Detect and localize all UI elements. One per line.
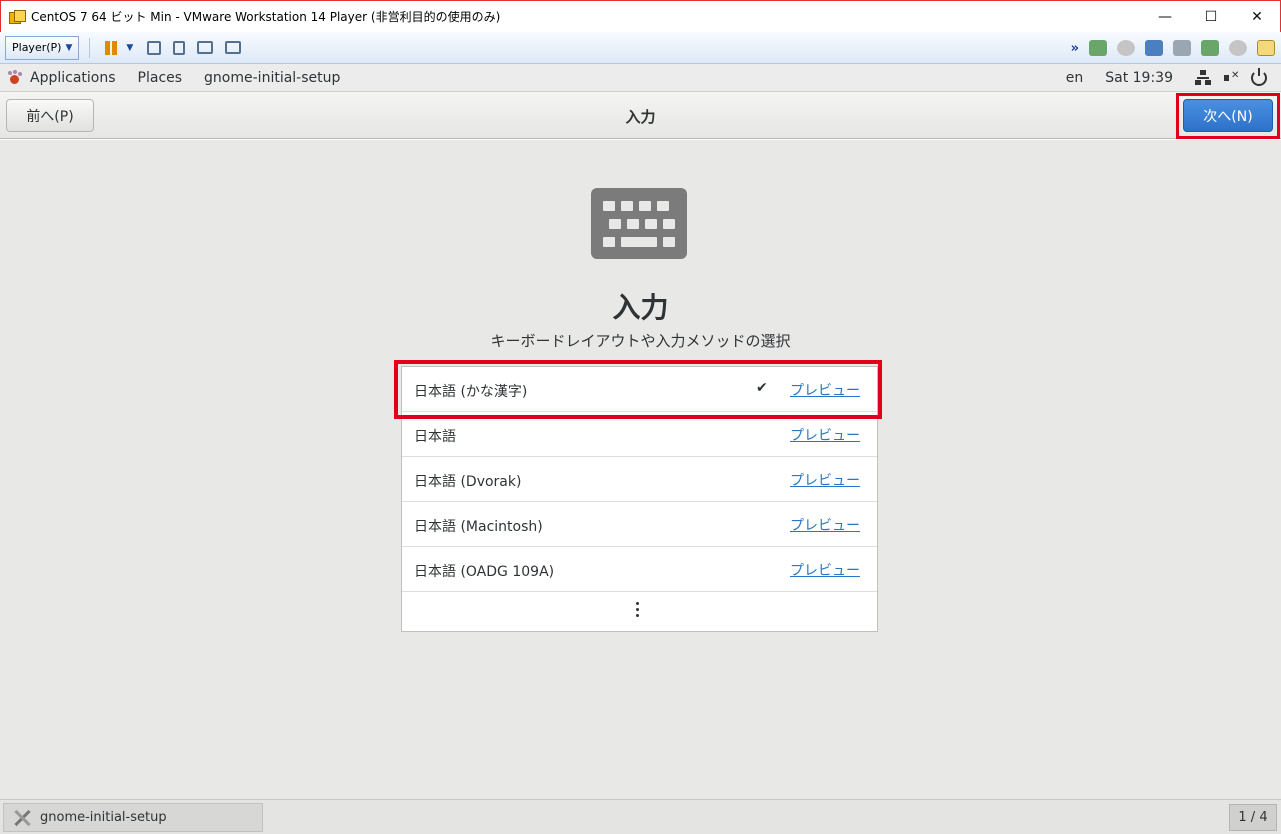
minimize-icon[interactable]: — <box>1142 1 1188 33</box>
double-chevron-icon[interactable]: » <box>1071 41 1079 56</box>
gnome-top-bar: Applications Places gnome-initial-setup … <box>0 64 1281 92</box>
setup-main-area: 入力 キーボードレイアウトや入力メソッドの選択 日本語 (かな漢字) ✔ プレビ… <box>0 140 1281 799</box>
applications-menu[interactable]: Applications <box>30 70 116 86</box>
toolbar-divider <box>89 37 91 58</box>
vmware-app-icon <box>9 9 26 24</box>
hard-disk-icon[interactable] <box>1089 40 1107 56</box>
preview-link[interactable]: プレビュー <box>790 425 860 445</box>
fullscreen-icon[interactable] <box>197 41 214 54</box>
preview-link[interactable]: プレビュー <box>790 515 860 535</box>
tools-icon <box>12 808 32 828</box>
pause-icon[interactable] <box>102 40 120 56</box>
more-vertical-icon <box>636 602 640 620</box>
setup-header-bar: 前へ(P) 入力 次へ(N) <box>0 92 1281 139</box>
input-source-row[interactable]: 日本語 (OADG 109A) プレビュー <box>402 547 877 592</box>
selected-row-highlight <box>394 360 882 419</box>
gnome-foot-icon <box>8 70 22 85</box>
maximize-icon[interactable]: ☐ <box>1188 1 1234 33</box>
more-sources-row[interactable] <box>402 592 877 632</box>
next-button-highlight: 次へ(N) <box>1176 93 1280 139</box>
input-language-indicator[interactable]: en <box>1066 70 1084 86</box>
send-ctrl-alt-del-icon[interactable] <box>147 40 162 55</box>
preview-link[interactable]: プレビュー <box>790 560 860 580</box>
message-log-icon[interactable] <box>1257 40 1275 56</box>
sound-icon[interactable] <box>1201 40 1219 56</box>
input-source-row[interactable]: 日本語 (Dvorak) プレビュー <box>402 457 877 502</box>
places-menu[interactable]: Places <box>138 70 183 86</box>
taskbar-window-item[interactable]: gnome-initial-setup <box>3 803 263 832</box>
chevron-down-icon: ▼ <box>65 42 73 53</box>
workspace-pager[interactable]: 1 / 4 <box>1229 804 1277 831</box>
window-title: CentOS 7 64 ビット Min - VMware Workstation… <box>31 10 501 24</box>
page-subtitle: キーボードレイアウトや入力メソッドの選択 <box>490 332 791 350</box>
close-icon[interactable]: ✕ <box>1234 1 1280 33</box>
input-source-label: 日本語 (OADG 109A) <box>414 564 555 580</box>
network-icon <box>1195 69 1211 86</box>
device-status-icons: » <box>1071 40 1275 56</box>
input-source-label: 日本語 (Macintosh) <box>414 519 543 535</box>
preview-link[interactable]: プレビュー <box>790 470 860 490</box>
volume-muted-icon <box>1223 70 1239 86</box>
input-source-label: 日本語 (Dvorak) <box>414 474 522 490</box>
clock[interactable]: Sat 19:39 <box>1105 70 1173 86</box>
printer-icon[interactable] <box>1173 40 1191 56</box>
player-menu-button[interactable]: Player(P) ▼ <box>5 35 80 60</box>
input-source-row[interactable]: 日本語 (Macintosh) プレビュー <box>402 502 877 547</box>
network-icon[interactable] <box>1145 40 1163 56</box>
taskbar-window-label: gnome-initial-setup <box>40 810 167 825</box>
power-icon <box>1251 67 1267 86</box>
window-controls: — ☐ ✕ <box>1142 1 1280 33</box>
removable-devices-icon[interactable] <box>173 40 186 55</box>
header-title: 入力 <box>625 108 656 126</box>
player-menu-label: Player(P) <box>12 41 62 54</box>
next-button[interactable]: 次へ(N) <box>1183 99 1273 132</box>
keyboard-icon <box>591 188 687 259</box>
cd-icon[interactable] <box>1117 40 1135 56</box>
input-source-label: 日本語 <box>414 429 456 445</box>
unity-icon[interactable] <box>225 41 242 54</box>
page-title: 入力 <box>612 291 669 324</box>
vmware-title-bar: CentOS 7 64 ビット Min - VMware Workstation… <box>0 0 1281 32</box>
system-status-area[interactable] <box>1195 67 1267 86</box>
pause-menu-chevron-icon[interactable]: ▼ <box>126 43 133 53</box>
app-menu[interactable]: gnome-initial-setup <box>204 70 340 86</box>
bottom-taskbar: gnome-initial-setup 1 / 4 <box>0 799 1281 834</box>
webcam-icon[interactable] <box>1229 40 1247 56</box>
